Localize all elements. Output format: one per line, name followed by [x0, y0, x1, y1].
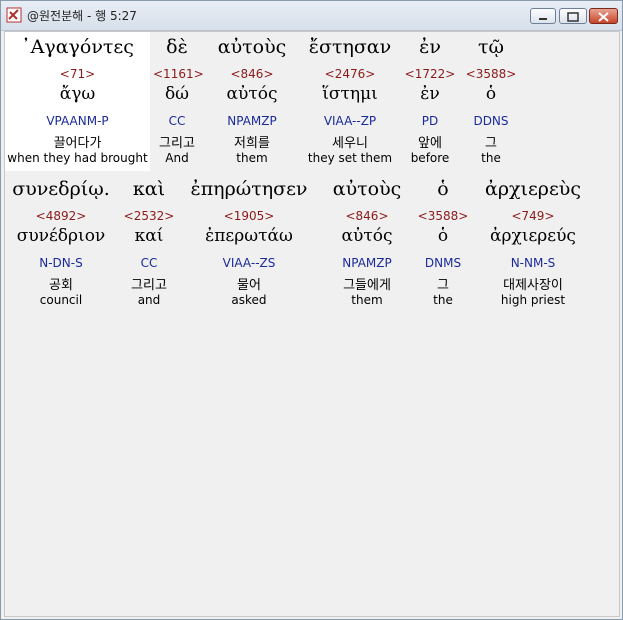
- greek-word[interactable]: καὶ: [120, 178, 178, 200]
- close-button[interactable]: [589, 8, 618, 24]
- parse-code: NPAMZP: [342, 256, 392, 270]
- lemma: ἀρχιερεύς: [490, 226, 576, 246]
- greek-word[interactable]: αὐτοὺς: [323, 178, 411, 200]
- lemma: αὐτός: [226, 84, 278, 104]
- lemma: ὁ: [437, 226, 449, 246]
- korean-gloss: 대제사장이: [503, 278, 563, 293]
- lemma: καί: [134, 226, 164, 246]
- korean-gloss: 공회: [49, 278, 73, 293]
- lemma: ἄγω: [59, 84, 96, 104]
- greek-word[interactable]: δὲ: [153, 36, 201, 58]
- app-window: @원전분해 - 행 5:27 ᾿Αγαγόντες <71> ἄγω VPAAN…: [0, 0, 623, 620]
- english-gloss: they set them: [307, 151, 393, 165]
- greek-word[interactable]: ᾿Αγαγόντες: [5, 36, 150, 58]
- greek-word[interactable]: ἐν: [404, 36, 456, 58]
- korean-gloss: 물어: [237, 278, 261, 293]
- lemma: ἐν: [420, 84, 440, 104]
- parse-code: CC: [168, 114, 186, 128]
- english-gloss: council: [39, 293, 83, 307]
- strong-number[interactable]: <2532>: [120, 209, 178, 223]
- korean-gloss: 그: [485, 136, 497, 151]
- korean-gloss: 그리고: [131, 278, 167, 293]
- strong-number[interactable]: <4892>: [5, 209, 117, 223]
- korean-gloss: 그: [437, 278, 449, 293]
- greek-word[interactable]: ἐπηρώτησεν: [183, 178, 315, 200]
- greek-word[interactable]: τῷ: [463, 36, 519, 58]
- lemma: ὁ: [485, 84, 497, 104]
- strong-number[interactable]: <3588>: [463, 67, 519, 81]
- korean-gloss: 앞에: [418, 136, 442, 151]
- parse-code: VIAA--ZP: [323, 114, 377, 128]
- close-icon: [598, 12, 609, 22]
- strong-number[interactable]: <1722>: [404, 67, 456, 81]
- english-gloss: them: [236, 151, 268, 165]
- english-gloss: and: [137, 293, 161, 307]
- lemma: συνέδριον: [16, 226, 106, 246]
- parse-code: PD: [421, 114, 439, 128]
- korean-gloss: 세우니: [332, 136, 368, 151]
- strong-number[interactable]: <1161>: [153, 67, 204, 81]
- english-gloss: asked: [231, 293, 267, 307]
- english-gloss: the: [481, 151, 501, 165]
- korean-gloss: 그리고: [159, 136, 195, 151]
- english-gloss: them: [351, 293, 383, 307]
- strong-number[interactable]: <71>: [5, 67, 150, 81]
- greek-word[interactable]: ἔστησαν: [299, 36, 401, 58]
- parse-code: VIAA--ZS: [222, 256, 276, 270]
- minimize-button[interactable]: [530, 8, 556, 24]
- lemma: δώ: [164, 84, 190, 104]
- english-gloss: And: [165, 151, 189, 165]
- strong-number[interactable]: <749>: [475, 209, 591, 223]
- maximize-icon: [567, 12, 579, 22]
- lemma: ἵστημι: [322, 84, 378, 104]
- english-gloss: when they had brought: [7, 151, 148, 165]
- strong-number[interactable]: <1905>: [183, 209, 315, 223]
- title-bar[interactable]: @원전분해 - 행 5:27: [1, 1, 622, 31]
- parse-code: DNMS: [424, 256, 462, 270]
- parse-code: NPAMZP: [227, 114, 277, 128]
- parse-code: N-NM-S: [510, 256, 556, 270]
- app-logo-icon: [6, 7, 22, 23]
- strong-number[interactable]: <846>: [207, 67, 297, 81]
- english-gloss: the: [433, 293, 453, 307]
- interlinear-panel: ᾿Αγαγόντες <71> ἄγω VPAANM-P 끌어다가 when t…: [4, 31, 620, 617]
- greek-word[interactable]: ἀρχιερεὺς: [475, 178, 591, 200]
- maximize-button[interactable]: [559, 8, 587, 24]
- parse-code: VPAANM-P: [46, 114, 109, 128]
- english-gloss: high priest: [500, 293, 566, 307]
- english-gloss: before: [410, 151, 450, 165]
- strong-number[interactable]: <2476>: [299, 67, 401, 81]
- parse-code: N-DN-S: [39, 256, 83, 270]
- korean-gloss: 그들에게: [343, 278, 391, 293]
- greek-word[interactable]: ὁ: [415, 178, 471, 200]
- lemma: αὐτός: [341, 226, 393, 246]
- lemma: ἐπερωτάω: [205, 226, 293, 246]
- window-title: @원전분해 - 행 5:27: [27, 9, 137, 23]
- korean-gloss: 끌어다가: [53, 136, 102, 151]
- parse-code: CC: [140, 256, 158, 270]
- strong-number[interactable]: <846>: [323, 209, 411, 223]
- strong-number[interactable]: <3588>: [415, 209, 471, 223]
- korean-gloss: 저희를: [234, 136, 270, 151]
- greek-word[interactable]: συνεδρίῳ.: [5, 178, 117, 200]
- parse-code: DDNS: [473, 114, 509, 128]
- greek-word[interactable]: αὐτοὺς: [207, 36, 297, 58]
- minimize-icon: [539, 18, 547, 20]
